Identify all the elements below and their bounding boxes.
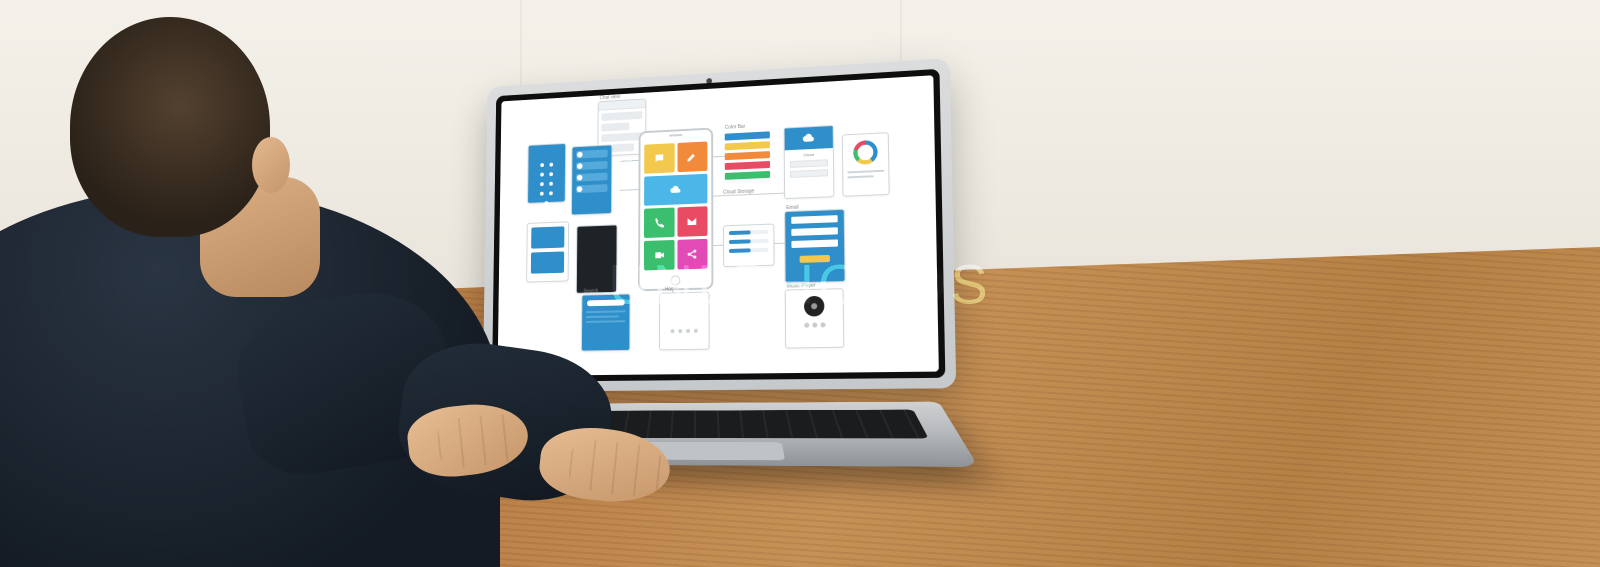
tile-message[interactable] xyxy=(644,143,674,174)
mail-icon xyxy=(686,215,698,227)
tile-cloud[interactable] xyxy=(644,174,707,206)
player-controls[interactable] xyxy=(786,322,843,328)
label-cloud-storage: Cloud Storage xyxy=(723,188,754,195)
mock-donut-chart xyxy=(842,132,890,197)
ux-wireframe-canvas: Chat view xyxy=(498,75,939,376)
photo-scene: Chat view xyxy=(0,0,1600,567)
phone-speaker xyxy=(669,134,682,137)
tile-edit[interactable] xyxy=(677,141,707,172)
mock-card-pair xyxy=(526,221,569,282)
watermark-right: PHOTOS xyxy=(732,252,991,315)
upload-title: Cloud xyxy=(788,151,830,158)
mock-cloud-upload: Cloud xyxy=(784,125,835,199)
keyboard[interactable] xyxy=(488,410,928,439)
label-chat: Chat view xyxy=(600,94,620,101)
tile-phone[interactable] xyxy=(644,208,674,239)
laptop-lid: Chat view xyxy=(483,58,957,392)
cloud-icon xyxy=(670,184,682,196)
cloud-upload-icon xyxy=(803,132,815,145)
mock-color-bar xyxy=(725,128,770,181)
laptop-screen: Chat view xyxy=(498,75,939,376)
laptop-base xyxy=(446,402,979,467)
donut-icon xyxy=(853,140,878,165)
label-colorbar: Color Bar xyxy=(725,124,746,131)
phone-icon xyxy=(653,217,664,229)
trackpad[interactable] xyxy=(617,442,785,460)
mock-keypad-screen xyxy=(527,143,566,204)
watermark-left: UNL xyxy=(608,252,732,315)
stock-watermark: UNLPHOTOS xyxy=(608,251,992,316)
pencil-icon xyxy=(686,151,698,163)
tile-mail[interactable] xyxy=(677,206,707,237)
mock-list-screen xyxy=(571,144,612,215)
message-icon xyxy=(653,152,664,164)
